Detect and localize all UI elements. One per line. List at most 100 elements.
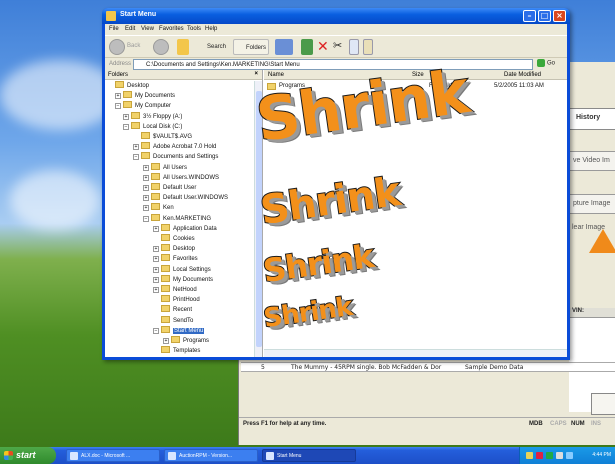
- task-auctionrpm[interactable]: AuctionRPM - Version...: [164, 449, 258, 462]
- folder-icon: [161, 315, 170, 323]
- search-button[interactable]: Search: [195, 39, 229, 55]
- row-number: 5: [261, 364, 265, 371]
- start-button[interactable]: start: [0, 447, 56, 464]
- tree-node[interactable]: + All Users.WINDOWS: [143, 172, 219, 182]
- address-input[interactable]: C:\Documents and Settings\Ken.MARKETING\…: [133, 59, 533, 70]
- menu-view[interactable]: View: [141, 26, 154, 32]
- task-start-menu[interactable]: Start Menu: [262, 449, 356, 462]
- folder-icon: [131, 111, 140, 119]
- tree-node[interactable]: Recent: [153, 305, 192, 314]
- tree-node[interactable]: + Default User.WINDOWS: [143, 193, 228, 202]
- tree-node[interactable]: Templates: [153, 346, 200, 355]
- tree-node[interactable]: + Favorites: [153, 254, 198, 263]
- cut-icon[interactable]: ✂: [333, 39, 345, 55]
- column-date-modified[interactable]: Date Modified: [504, 72, 541, 78]
- tray-icon[interactable]: [536, 452, 543, 459]
- expander-icon[interactable]: +: [123, 113, 129, 120]
- expander-icon[interactable]: +: [153, 256, 159, 263]
- go-button[interactable]: Go: [537, 59, 563, 70]
- menu-edit[interactable]: Edit: [125, 26, 135, 32]
- title-bar[interactable]: Start Menu – □ ×: [102, 8, 570, 24]
- tab-history[interactable]: History: [569, 108, 615, 130]
- forward-icon[interactable]: [153, 39, 169, 55]
- tree-node[interactable]: Cookies: [153, 234, 195, 243]
- task-alx-doc[interactable]: ALX.doc - Microsoft ...: [66, 449, 160, 462]
- expander-icon[interactable]: +: [133, 144, 139, 151]
- expander-icon[interactable]: +: [153, 266, 159, 273]
- tree-node[interactable]: $VAULT$.AVG: [133, 132, 192, 141]
- expander-icon[interactable]: −: [133, 154, 139, 161]
- menu-help[interactable]: Help: [205, 26, 217, 32]
- back-icon[interactable]: [109, 39, 125, 55]
- task-label: AuctionRPM - Version...: [179, 453, 233, 459]
- column-name[interactable]: Name: [268, 72, 284, 78]
- files-scrollbar[interactable]: [264, 349, 567, 357]
- expander-icon[interactable]: +: [143, 174, 149, 181]
- expander-icon[interactable]: +: [143, 195, 149, 202]
- folder-icon: [123, 91, 132, 99]
- menu-file[interactable]: File: [109, 26, 119, 32]
- tree-node[interactable]: − Local Disk (C:): [123, 121, 182, 131]
- tree-node[interactable]: + Desktop: [153, 244, 195, 253]
- expander-icon[interactable]: −: [153, 327, 159, 334]
- capture-image-button[interactable]: pture Image: [569, 194, 615, 214]
- folders-button[interactable]: Folders: [233, 39, 269, 55]
- tree-node-label: PrintHood: [173, 297, 200, 304]
- expander-icon[interactable]: +: [115, 93, 121, 100]
- tree-node[interactable]: − My Computer: [115, 101, 171, 110]
- tree-node[interactable]: + Adobe Acrobat 7.0 Hold: [133, 142, 216, 151]
- tray-icon[interactable]: [526, 452, 533, 459]
- copy-icon[interactable]: [349, 39, 359, 55]
- views-icon[interactable]: [275, 39, 293, 55]
- expander-icon[interactable]: +: [143, 205, 149, 212]
- menu-favorites[interactable]: Favorites: [159, 26, 184, 32]
- volume-icon[interactable]: [556, 452, 563, 459]
- delete-icon[interactable]: ✕: [317, 39, 329, 55]
- tree-node[interactable]: + Default User: [143, 183, 196, 192]
- tree-node[interactable]: + Application Data: [153, 223, 217, 233]
- close-folders-pane-icon[interactable]: ×: [254, 71, 258, 77]
- tree-node-label: NetHood: [173, 287, 197, 293]
- tree-node[interactable]: + Programs: [163, 336, 209, 345]
- table-row[interactable]: 5 The Mummy - 45RPM single. Bob McFadden…: [241, 362, 615, 372]
- expander-icon[interactable]: +: [163, 338, 169, 344]
- save-video-image-button[interactable]: ve Video Im: [569, 151, 615, 171]
- expander-icon[interactable]: −: [115, 103, 121, 110]
- paste-icon[interactable]: [363, 39, 373, 55]
- tree-node[interactable]: PrintHood: [153, 295, 200, 304]
- tree-node[interactable]: − Documents and Settings: [133, 152, 218, 161]
- tree-node[interactable]: + My Documents: [115, 91, 175, 100]
- folder-icon: [161, 285, 170, 292]
- tree-node[interactable]: +3½ Floppy (A:): [123, 111, 182, 121]
- tree-node[interactable]: + Local Settings: [153, 264, 211, 274]
- expander-icon[interactable]: −: [123, 123, 129, 130]
- tree-node[interactable]: − Start Menu: [153, 325, 205, 335]
- expander-icon[interactable]: +: [143, 164, 149, 171]
- expander-icon[interactable]: −: [143, 215, 149, 222]
- small-button[interactable]: [591, 393, 615, 415]
- tree-node[interactable]: + NetHood: [153, 285, 197, 294]
- tree-node[interactable]: + Ken: [143, 203, 174, 212]
- expander-icon[interactable]: +: [153, 276, 159, 283]
- up-folder-icon[interactable]: [177, 39, 189, 55]
- tree-node[interactable]: SendTo: [153, 315, 193, 325]
- tree-node[interactable]: + My Documents: [153, 274, 213, 284]
- expander-icon[interactable]: +: [153, 287, 159, 293]
- expander-icon[interactable]: +: [143, 185, 149, 191]
- close-button[interactable]: ×: [553, 10, 566, 22]
- expander-icon[interactable]: +: [153, 246, 159, 253]
- tree-node[interactable]: Desktop: [107, 81, 149, 90]
- menu-tools[interactable]: Tools: [187, 26, 201, 32]
- tree-node[interactable]: + All Users: [143, 162, 188, 172]
- indicator-caps: CAPS: [550, 421, 567, 427]
- minimize-button[interactable]: –: [523, 10, 536, 22]
- tree-node-label: Adobe Acrobat 7.0 Hold: [153, 144, 217, 151]
- tray-icon[interactable]: [546, 452, 553, 459]
- tree-node[interactable]: − Ken.MARKETING: [143, 213, 211, 223]
- copy-to-icon[interactable]: [301, 39, 313, 55]
- tree-node-label: All Users: [163, 164, 188, 171]
- maximize-button[interactable]: □: [538, 10, 551, 22]
- folders-header: Folders ×: [105, 70, 262, 80]
- network-icon[interactable]: [566, 452, 573, 459]
- expander-icon[interactable]: +: [153, 225, 159, 232]
